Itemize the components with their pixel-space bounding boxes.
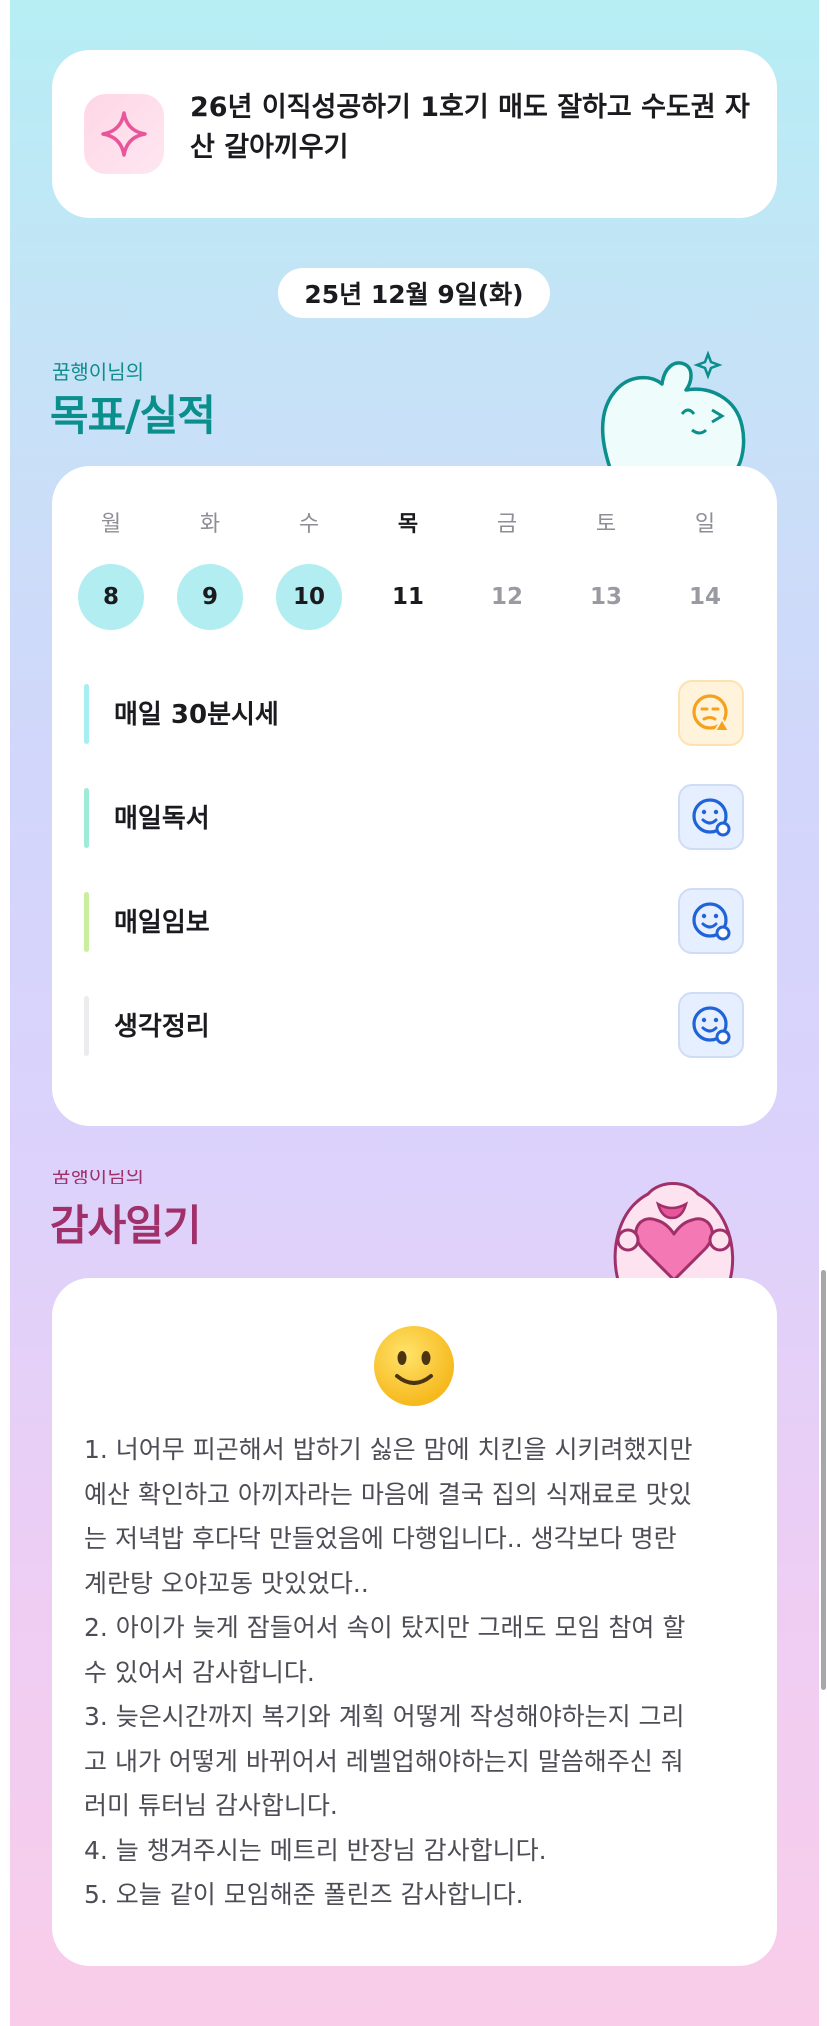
date-chip[interactable]: 25년 12월 9일(화) (278, 268, 550, 318)
goal-color-bar (84, 892, 89, 952)
goal-banner[interactable]: 26년 이직성공하기 1호기 매도 잘하고 수도권 자산 갈아끼우기 (52, 50, 777, 218)
mascot-heart-icon (613, 1182, 735, 1280)
goal-row[interactable]: 생각정리 (84, 992, 744, 1058)
goal-label: 생각정리 (114, 1012, 210, 1042)
day-fri[interactable]: 금 12 (474, 506, 540, 630)
diary-text: 1. 너어무 피곤해서 밥하기 싫은 맘에 치킨을 시키려했지만 예산 확인하고… (84, 1435, 693, 1909)
day-sun[interactable]: 일 14 (672, 506, 738, 630)
goals-card: 월 8 화 9 수 10 목 11 금 12 토 13 일 14 매일 30분시… (52, 466, 777, 1126)
diary-card: 1. 너어무 피곤해서 밥하기 싫은 맘에 치킨을 시키려했지만 예산 확인하고… (52, 1278, 777, 1966)
goal-color-bar (84, 684, 89, 744)
day-sat[interactable]: 토 13 (573, 506, 639, 630)
day-label: 화 (199, 512, 221, 537)
day-tue[interactable]: 화 9 (177, 506, 243, 630)
face-smile-check-icon[interactable] (678, 992, 744, 1058)
face-smile-check-icon[interactable] (678, 888, 744, 954)
day-label: 금 (496, 512, 518, 537)
left-edge (0, 0, 10, 2026)
goal-label: 매일독서 (114, 804, 210, 834)
goal-row[interactable]: 매일 30분시세 (84, 680, 744, 746)
goal-banner-text: 26년 이직성공하기 1호기 매도 잘하고 수도권 자산 갈아끼우기 (190, 92, 750, 163)
day-label: 목 (397, 512, 419, 537)
day-number: 11 (391, 584, 424, 610)
goal-color-bar (84, 996, 89, 1056)
day-label: 일 (694, 512, 716, 537)
scrollbar[interactable] (821, 1270, 826, 1690)
goal-label: 매일임보 (114, 908, 210, 938)
day-number: 8 (78, 564, 144, 630)
day-label: 수 (298, 512, 320, 537)
day-wed[interactable]: 수 10 (276, 506, 342, 630)
goal-color-bar (84, 788, 89, 848)
goals-title: 목표/실적 (50, 391, 216, 440)
day-number: 12 (490, 584, 523, 610)
day-number: 13 (589, 584, 622, 610)
day-mon[interactable]: 월 8 (78, 506, 144, 630)
day-thu[interactable]: 목 11 (375, 506, 441, 630)
gratitude-title: 감사일기 (50, 1201, 202, 1250)
right-edge (819, 0, 827, 2026)
face-smile-check-icon[interactable] (678, 784, 744, 850)
slightly-smiling-face-icon[interactable] (372, 1324, 456, 1408)
day-number: 14 (688, 584, 721, 610)
day-label: 토 (595, 512, 617, 537)
mascot-waving-icon (600, 350, 746, 472)
day-number: 10 (276, 564, 342, 630)
day-number: 9 (177, 564, 243, 630)
goal-row[interactable]: 매일독서 (84, 784, 744, 850)
gratitude-subtitle-cut: 꿈행이님의 (52, 1170, 144, 1184)
day-label: 월 (100, 512, 122, 537)
goal-row[interactable]: 매일임보 (84, 888, 744, 954)
goals-subtitle: 꿈행이님의 (52, 360, 144, 384)
face-warning-icon[interactable] (678, 680, 744, 746)
goal-label: 매일 30분시세 (114, 700, 279, 730)
sparkle-icon (84, 94, 164, 174)
